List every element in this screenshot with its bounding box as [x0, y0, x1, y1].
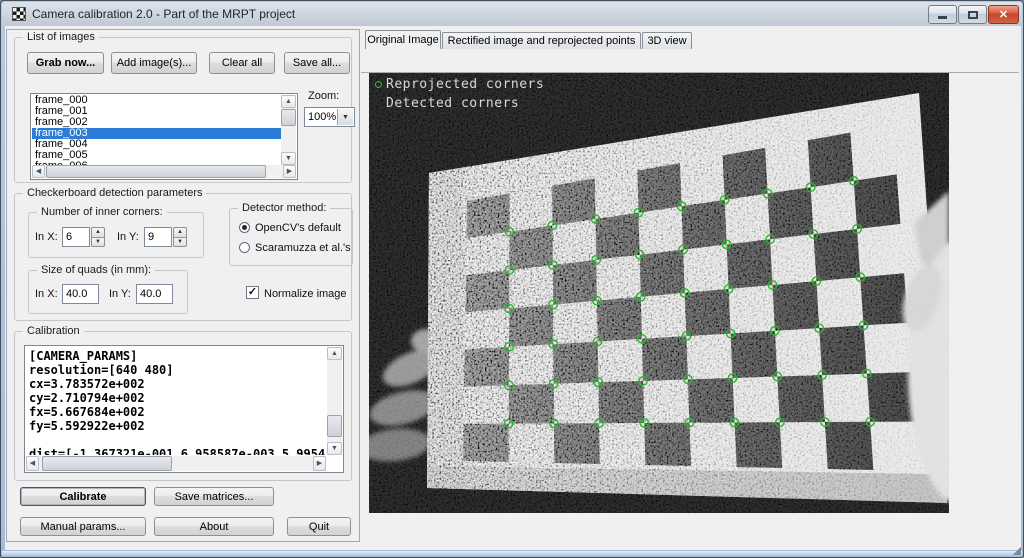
group-label: Checkerboard detection parameters: [23, 187, 206, 199]
scroll-up-icon[interactable]: ▲: [327, 347, 342, 360]
scroll-up-icon[interactable]: ▲: [281, 95, 296, 108]
calibration-output-box[interactable]: [CAMERA_PARAMS] resolution=[640 480] cx=…: [24, 345, 344, 473]
checkerboard-scene: [369, 73, 949, 513]
spin-up-icon: ▲: [173, 227, 187, 238]
in-y-label: In Y:: [117, 231, 139, 243]
spin-up-icon: ▲: [91, 227, 105, 238]
zoom-label: Zoom:: [308, 90, 339, 102]
radio-opencv-default[interactable]: [239, 222, 250, 233]
group-detector-method: Detector method: OpenCV's default Scaram…: [229, 208, 353, 266]
zoom-value: 100%: [308, 111, 336, 123]
radio-label[interactable]: Scaramuzza et al.'s: [255, 242, 351, 254]
resize-grip[interactable]: [1013, 547, 1021, 555]
normalize-image-checkbox[interactable]: ✓: [246, 286, 259, 299]
scrollbar-thumb[interactable]: [281, 109, 296, 126]
group-list-of-images: List of images Grab now... Add image(s).…: [14, 37, 352, 183]
add-images-button[interactable]: Add image(s)...: [111, 52, 197, 74]
save-all-button[interactable]: Save all...: [284, 52, 350, 74]
minimize-button[interactable]: [928, 5, 957, 24]
save-matrices-button[interactable]: Save matrices...: [154, 487, 274, 506]
scroll-right-icon[interactable]: ▶: [283, 165, 296, 178]
quit-button[interactable]: Quit: [287, 517, 351, 536]
client-area: List of images Grab now... Add image(s).…: [5, 26, 1021, 550]
group-quad-size: Size of quads (in mm): In X: 40.0 In Y: …: [28, 270, 188, 314]
tab-3d-view[interactable]: 3D view: [642, 32, 692, 49]
manual-params-button[interactable]: Manual params...: [20, 517, 146, 536]
scrollbar-thumb[interactable]: [42, 456, 172, 471]
scroll-down-icon[interactable]: ▼: [281, 152, 296, 165]
tab-rectified-image[interactable]: Rectified image and reprojected points: [442, 32, 641, 49]
legend-detected: Detected corners: [386, 96, 519, 111]
normalize-image-label[interactable]: Normalize image: [264, 288, 347, 300]
listbox-vertical-scrollbar[interactable]: ▲ ▼: [281, 95, 296, 165]
group-calibration: Calibration [CAMERA_PARAMS] resolution=[…: [14, 331, 352, 481]
legend-reprojected: Reprojected corners: [386, 77, 544, 92]
group-label: List of images: [23, 31, 99, 43]
in-y-label: In Y:: [109, 288, 131, 300]
app-window: Camera calibration 2.0 - Part of the MRP…: [0, 0, 1024, 558]
corners-x-field[interactable]: 6: [62, 227, 90, 247]
frame-listbox[interactable]: frame_000frame_001frame_002frame_003fram…: [30, 93, 298, 180]
calibrate-button[interactable]: Calibrate: [20, 487, 146, 506]
clear-all-button[interactable]: Clear all: [209, 52, 275, 74]
group-detection-params: Checkerboard detection parameters Number…: [14, 193, 352, 321]
left-panel: List of images Grab now... Add image(s).…: [6, 29, 360, 542]
camera-image-viewer: Reprojected corners Detected corners: [369, 73, 949, 513]
group-label: Detector method:: [238, 202, 330, 214]
close-icon: ✕: [999, 8, 1008, 21]
scrollbar-thumb[interactable]: [327, 415, 342, 437]
scroll-left-icon[interactable]: ◀: [32, 165, 45, 178]
close-button[interactable]: ✕: [988, 5, 1019, 24]
quad-x-field[interactable]: 40.0: [62, 284, 99, 304]
listbox-horizontal-scrollbar[interactable]: ◀ ▶: [32, 165, 296, 178]
quad-y-field[interactable]: 40.0: [136, 284, 173, 304]
spin-down-icon: ▼: [91, 237, 105, 248]
check-icon: ✓: [248, 287, 257, 298]
spin-down-icon: ▼: [173, 237, 187, 248]
chevron-down-icon[interactable]: ▼: [337, 109, 353, 125]
group-label: Calibration: [23, 325, 84, 337]
grab-now-button[interactable]: Grab now...: [27, 52, 104, 74]
tab-original-image[interactable]: Original Image: [365, 30, 441, 49]
scroll-down-icon[interactable]: ▼: [327, 442, 342, 455]
maximize-button[interactable]: [958, 5, 987, 24]
frame-list: frame_000frame_001frame_002frame_003fram…: [32, 95, 281, 165]
app-checkerboard-icon: [12, 7, 26, 21]
group-label: Number of inner corners:: [37, 206, 167, 218]
calib-vertical-scrollbar[interactable]: ▲ ▼: [327, 347, 342, 455]
window-title: Camera calibration 2.0 - Part of the MRP…: [32, 7, 295, 21]
window-bottom-border: [2, 551, 1022, 556]
radio-label[interactable]: OpenCV's default: [255, 222, 341, 234]
title-bar[interactable]: Camera calibration 2.0 - Part of the MRP…: [2, 2, 1022, 26]
corners-y-stepper[interactable]: ▲▼: [173, 227, 187, 247]
corners-y-field[interactable]: 9: [144, 227, 172, 247]
group-label: Size of quads (in mm):: [37, 264, 155, 276]
calibration-text[interactable]: [CAMERA_PARAMS] resolution=[640 480] cx=…: [26, 347, 326, 455]
maximize-icon: [968, 11, 978, 19]
in-x-label: In X:: [35, 288, 58, 300]
scroll-right-icon[interactable]: ▶: [313, 456, 326, 471]
radio-scaramuzza[interactable]: [239, 242, 250, 253]
group-inner-corners: Number of inner corners: In X: 6 ▲▼ In Y…: [28, 212, 204, 258]
corners-x-stepper[interactable]: ▲▼: [91, 227, 105, 247]
calib-horizontal-scrollbar[interactable]: ◀ ▶: [26, 456, 326, 471]
scroll-left-icon[interactable]: ◀: [26, 456, 39, 471]
in-x-label: In X:: [35, 231, 58, 243]
zoom-combobox[interactable]: 100% ▼: [304, 107, 355, 127]
reprojected-corner-icon: [375, 81, 382, 88]
about-button[interactable]: About: [154, 517, 274, 536]
scrollbar-thumb[interactable]: [46, 165, 266, 178]
minimize-icon: [938, 16, 947, 19]
